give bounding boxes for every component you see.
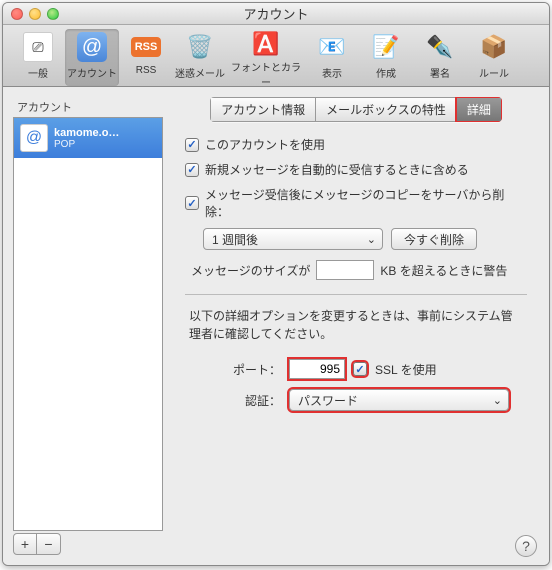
delete-now-button[interactable]: 今すぐ削除 [391,228,477,250]
sidebar-header: アカウント [13,97,163,117]
traffic-lights [11,8,59,20]
close-button[interactable] [11,8,23,20]
toolbar-general[interactable]: ⎚ 一般 [11,29,65,86]
auto-receive-label: 新規メッセージを自動的に受信するときに含める [205,161,469,178]
junk-icon: 🗑️ [184,31,216,63]
minimize-button[interactable] [29,8,41,20]
main-panel: アカウント情報 メールボックスの特性 詳細 ✓ このアカウントを使用 ✓ 新規メ… [173,97,539,555]
content: アカウント @ kamome.o… POP + − アカウント情報 メ [3,87,549,565]
port-input[interactable] [289,359,345,379]
divider [185,294,527,295]
advanced-panel: ✓ このアカウントを使用 ✓ 新規メッセージを自動的に受信するときに含める ✓ … [173,136,539,421]
toolbar-rss[interactable]: RSS RSS [119,29,173,86]
accounts-list[interactable]: @ kamome.o… POP [13,117,163,531]
toolbar-junk[interactable]: 🗑️ 迷惑メール [173,29,227,86]
remove-account-button[interactable]: − [37,533,61,555]
toolbar-composing[interactable]: 📝 作成 [359,29,413,86]
toolbar-signatures[interactable]: ✒️ 署名 [413,29,467,86]
size-input[interactable] [316,260,374,280]
ssl-label: SSL を使用 [375,361,437,378]
viewing-icon: 📧 [316,31,348,63]
titlebar: アカウント [3,3,549,25]
rss-icon: RSS [130,31,162,63]
signature-icon: ✒️ [424,31,456,63]
tabbar: アカウント情報 メールボックスの特性 詳細 [173,97,539,122]
window-title: アカウント [243,4,308,23]
retention-select[interactable]: 1 週間後 [203,228,383,250]
tab-account-info[interactable]: アカウント情報 [210,97,315,122]
help-button[interactable]: ? [515,535,537,557]
preferences-window: アカウント ⎚ 一般 @ アカウント RSS RSS 🗑️ 迷惑メール 🅰️ フ… [2,2,550,566]
auto-receive-checkbox[interactable]: ✓ [185,163,199,177]
fonts-icon: 🅰️ [250,31,282,57]
add-account-button[interactable]: + [13,533,37,555]
composing-icon: 📝 [370,31,402,63]
use-account-label: このアカウントを使用 [205,136,325,153]
tab-advanced[interactable]: 詳細 [456,97,502,122]
admin-note: 以下の詳細オプションを変更するときは、事前にシステム管理者に確認してください。 [185,307,527,343]
auth-label: 認証： [185,392,281,409]
toolbar-viewing[interactable]: 📧 表示 [305,29,359,86]
account-name: kamome.o… [54,127,119,139]
toolbar-accounts[interactable]: @ アカウント [65,29,119,86]
delete-copy-checkbox[interactable]: ✓ [185,196,199,210]
sidebar-buttons: + − [13,533,163,555]
tab-mailbox-behaviors[interactable]: メールボックスの特性 [315,97,456,122]
zoom-button[interactable] [47,8,59,20]
toolbar: ⎚ 一般 @ アカウント RSS RSS 🗑️ 迷惑メール 🅰️ フォントとカラ… [3,25,549,87]
switch-icon: ⎚ [22,31,54,63]
port-label: ポート： [185,361,281,378]
ssl-checkbox[interactable]: ✓ [353,362,367,376]
rules-icon: 📦 [478,31,510,63]
account-type: POP [54,139,119,150]
size-prefix: メッセージのサイズが [191,262,310,279]
accounts-sidebar: アカウント @ kamome.o… POP + − [13,97,163,555]
at-icon: @ [76,31,108,63]
toolbar-fonts[interactable]: 🅰️ フォントとカラー [227,29,305,86]
use-account-checkbox[interactable]: ✓ [185,138,199,152]
auth-select[interactable]: パスワード [289,389,509,411]
size-suffix: KB を超えるときに警告 [380,262,507,279]
delete-copy-label: メッセージ受信後にメッセージのコピーをサーバから削除： [205,186,527,220]
toolbar-rules[interactable]: 📦 ルール [467,29,521,86]
at-icon: @ [20,124,48,152]
account-item[interactable]: @ kamome.o… POP [14,118,162,158]
